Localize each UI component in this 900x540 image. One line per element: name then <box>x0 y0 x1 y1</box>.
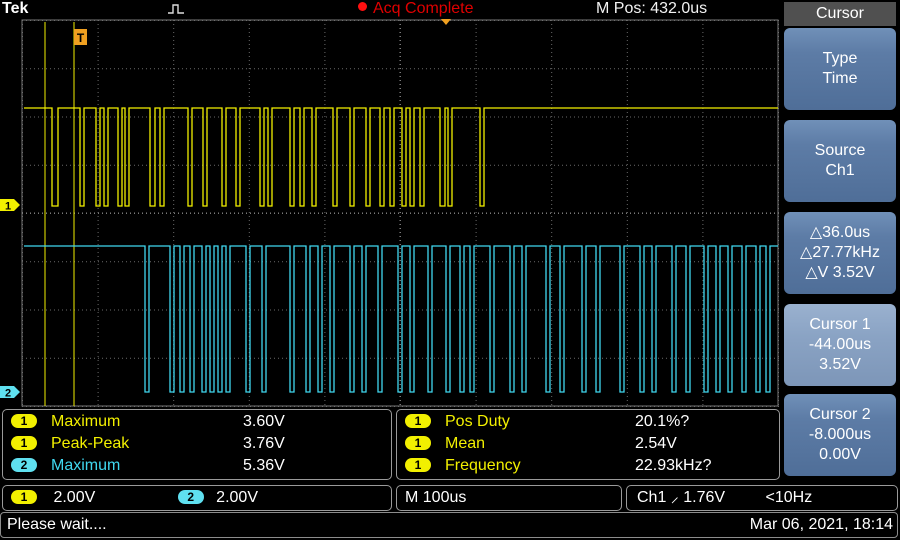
svg-text:T: T <box>77 31 85 45</box>
menu-value: Ch1 <box>825 162 855 179</box>
trigger-pulse-icon <box>168 2 184 20</box>
measurement-value: 22.93kHz? <box>635 457 712 474</box>
ch2-ground-marker: 2 <box>0 386 20 400</box>
measurement-row[interactable]: 2 Maximum 5.36V <box>11 455 381 477</box>
status-message: Please wait.... <box>7 516 107 533</box>
delta-frequency: △27.77kHz <box>800 244 880 261</box>
acq-status-dot-icon <box>358 2 367 11</box>
date-time: Mar 06, 2021, 18:14 <box>749 516 893 533</box>
cursor-1-button[interactable]: Cursor 1 -44.00us 3.52V <box>784 304 896 386</box>
cursor-2-button[interactable]: Cursor 2 -8.000us 0.00V <box>784 394 896 476</box>
menu-label: Source <box>814 142 866 159</box>
ch1-ground-marker: 1 <box>0 199 20 213</box>
trigger-bar[interactable]: Ch1 ⸝ 1.76V <10Hz <box>626 485 898 511</box>
svg-text:1: 1 <box>5 201 11 213</box>
channel-badge: 1 <box>405 436 431 450</box>
cursor-2-time: -8.000us <box>808 426 872 443</box>
measurement-name: Mean <box>445 435 486 452</box>
side-menu: Cursor Type Time Source Ch1 △36.0us △27.… <box>780 0 900 480</box>
channel-badge: 1 <box>11 436 37 450</box>
channel-badge: 2 <box>11 458 37 472</box>
measurement-name: Peak-Peak <box>51 435 130 452</box>
menu-label: Cursor 1 <box>809 316 871 333</box>
cursor-2-voltage: 0.00V <box>819 446 861 463</box>
measurement-value: 3.60V <box>243 413 285 430</box>
menu-label: Type <box>822 50 858 67</box>
menu-label: Cursor 2 <box>809 406 871 423</box>
brand-logo: Tek <box>2 0 29 17</box>
ch1-badge: 1 <box>11 490 37 504</box>
ch2-badge: 2 <box>177 490 204 504</box>
measurement-name: Maximum <box>51 457 121 474</box>
channel-badge: 1 <box>405 414 431 428</box>
top-status-bar: Tek Acq Complete M Pos: 432.0us <box>0 0 780 20</box>
source-button[interactable]: Source Ch1 <box>784 120 896 202</box>
measurement-value: 5.36V <box>243 457 285 474</box>
channel-badge: 1 <box>405 458 431 472</box>
type-button[interactable]: Type Time <box>784 28 896 110</box>
ch2-waveform <box>24 245 778 393</box>
measurements-panel-right: 1 Pos Duty 20.1%? 1 Mean 2.54V 1 Frequen… <box>396 409 780 480</box>
timebase-bar[interactable]: M 100us <box>396 485 622 511</box>
graticule <box>21 19 779 407</box>
cursor-delta-readout[interactable]: △36.0us △27.77kHz △V 3.52V <box>784 212 896 294</box>
measurement-row[interactable]: 1 Maximum 3.60V <box>11 411 381 433</box>
measurement-name: Maximum <box>51 413 121 430</box>
delta-time: △36.0us <box>809 224 871 241</box>
channel-scale-bar[interactable]: 1 2.00V 2 2.00V <box>2 485 392 511</box>
status-bar: Please wait.... Mar 06, 2021, 18:14 <box>0 512 898 538</box>
ch1-scale: 2.00V <box>53 489 96 506</box>
measurement-value: 2.54V <box>635 435 677 452</box>
trigger-setting: Ch1 ⸝ 1.76V <box>637 489 726 506</box>
waveform-display: T 1 2 <box>0 19 779 407</box>
acquisition-status-text: Acq Complete <box>373 0 474 17</box>
measurement-row[interactable]: 1 Pos Duty 20.1%? <box>405 411 765 433</box>
cursor-1-time: -44.00us <box>808 336 872 353</box>
measurement-name: Pos Duty <box>445 413 510 430</box>
menu-title: Cursor <box>784 2 896 26</box>
acquisition-status: Acq Complete <box>358 0 474 18</box>
measurement-value: 3.76V <box>243 435 285 452</box>
menu-value: Time <box>822 70 858 87</box>
cursor-1-voltage: 3.52V <box>819 356 861 373</box>
trigger-marker: T <box>74 29 87 45</box>
horizontal-position: M Pos: 432.0us <box>596 0 708 17</box>
measurement-row[interactable]: 1 Peak-Peak 3.76V <box>11 433 381 455</box>
measurement-value: 20.1%? <box>635 413 690 430</box>
measurement-name: Frequency <box>445 457 521 474</box>
trigger-frequency: <10Hz <box>765 489 813 506</box>
ch2-scale: 2.00V <box>216 489 258 506</box>
measurements-panel-left: 1 Maximum 3.60V 1 Peak-Peak 3.76V 2 Maxi… <box>2 409 392 480</box>
measurement-row[interactable]: 1 Frequency 22.93kHz? <box>405 455 765 477</box>
measurement-row[interactable]: 1 Mean 2.54V <box>405 433 765 455</box>
channel-badge: 1 <box>11 414 37 428</box>
delta-voltage: △V 3.52V <box>805 264 875 281</box>
timebase: M 100us <box>405 489 467 506</box>
svg-text:2: 2 <box>5 388 11 400</box>
